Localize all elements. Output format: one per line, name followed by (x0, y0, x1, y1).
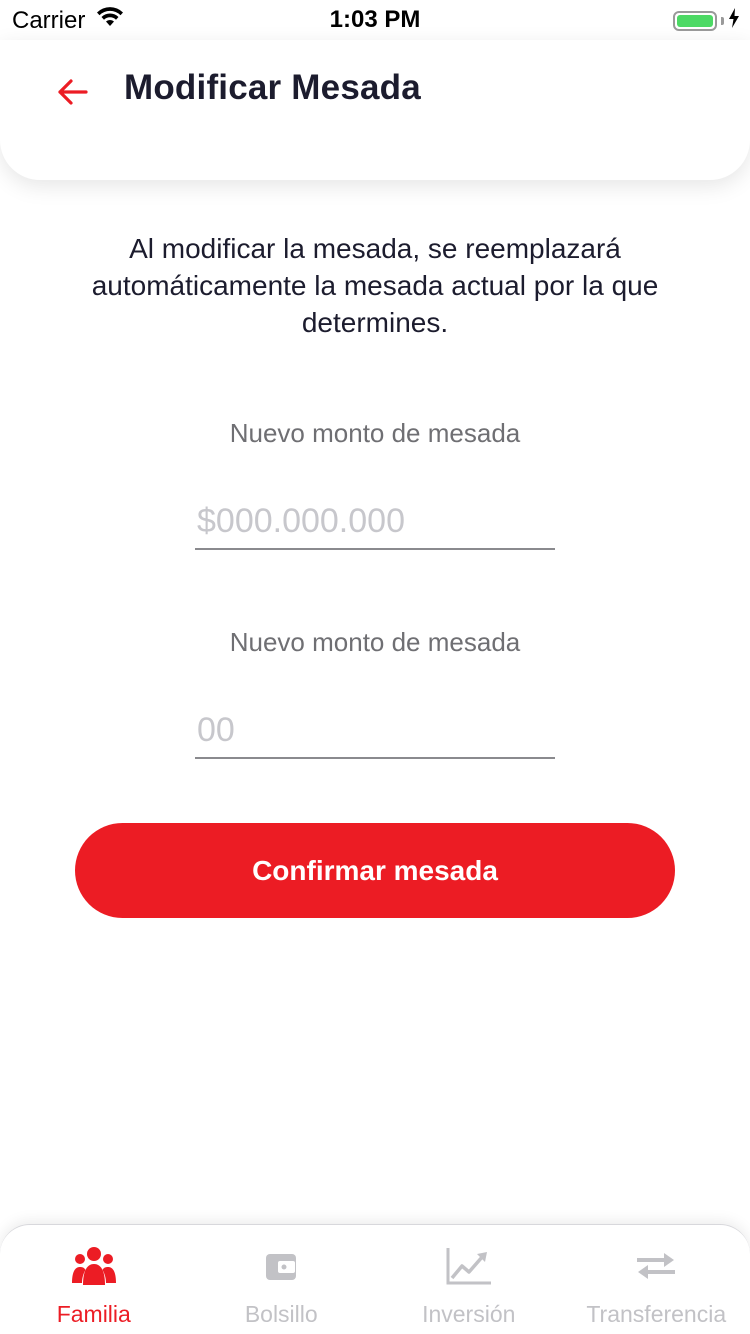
battery-icon (673, 10, 717, 31)
tab-bolsillo[interactable]: Bolsillo (188, 1225, 376, 1334)
tab-bar: Familia Bolsillo Inversión Transferencia (0, 1224, 750, 1334)
tab-bolsillo-label: Bolsillo (244, 1301, 318, 1327)
tab-inversion[interactable]: Inversión (375, 1225, 563, 1334)
description-text: Al modificar la mesada, se reemplazará a… (91, 233, 659, 338)
status-time: 1:03 PM (329, 6, 421, 33)
tab-inversion-label: Inversión (422, 1301, 516, 1327)
amount-field-label: Nuevo monto de mesada (229, 418, 521, 448)
status-bar: Carrier 1:03 PM (0, 0, 750, 40)
wallet-icon (264, 1243, 298, 1289)
second-amount-input[interactable] (195, 703, 555, 759)
second-amount-field-label: Nuevo monto de mesada (229, 627, 521, 657)
family-icon (71, 1243, 117, 1289)
arrow-left-icon (55, 77, 89, 112)
page-title: Modificar Mesada (124, 68, 421, 107)
back-button[interactable] (52, 74, 92, 114)
tab-familia[interactable]: Familia (0, 1225, 188, 1334)
tab-transferencia[interactable]: Transferencia (563, 1225, 750, 1334)
amount-input[interactable] (195, 494, 555, 550)
battery-group (673, 8, 740, 33)
transfer-arrows-icon (634, 1243, 678, 1289)
chart-line-icon (445, 1243, 493, 1289)
tab-familia-label: Familia (56, 1301, 131, 1327)
confirm-button[interactable]: Confirmar mesada (75, 823, 675, 918)
battery-tip (721, 16, 724, 25)
charging-bolt-icon (728, 8, 740, 33)
header: Modificar Mesada (0, 40, 750, 180)
battery-level (677, 14, 713, 27)
tab-transferencia-label: Transferencia (586, 1301, 727, 1327)
app-screen: Carrier 1:03 PM Modificar Mesada Al modi… (0, 0, 750, 1334)
